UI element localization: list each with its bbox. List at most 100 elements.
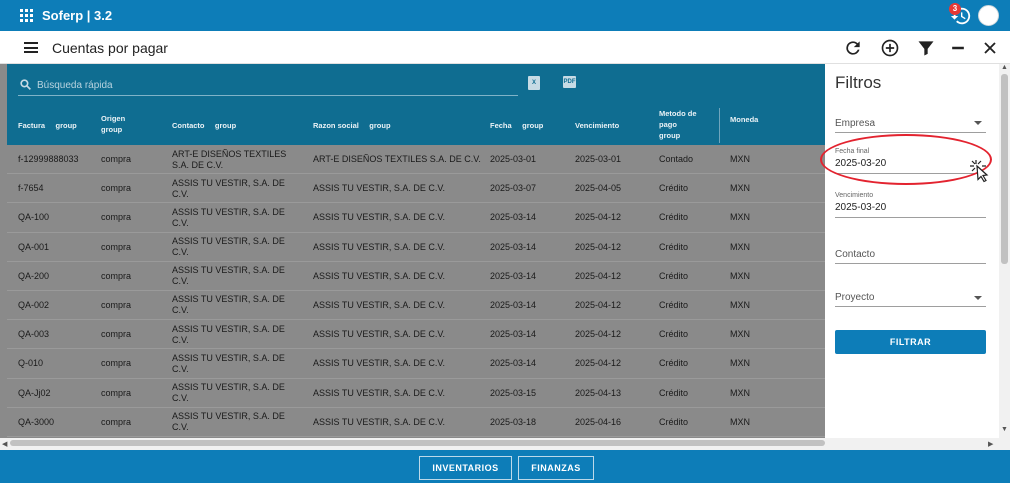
cell-moneda: MXN (730, 329, 750, 340)
cell-metodo: Crédito (659, 299, 689, 310)
table-row[interactable]: QA-003 compra ASSIS TU VESTIR, S.A. DE C.V… (7, 320, 825, 350)
cell-metodo: Crédito (659, 241, 689, 252)
cell-moneda: MXN (730, 241, 750, 252)
col-header-razon-social[interactable]: Razon social group (313, 120, 391, 131)
search-input[interactable]: Búsqueda rápida (37, 80, 113, 91)
avatar[interactable] (978, 5, 999, 26)
horizontal-scroll-thumb[interactable] (10, 440, 825, 446)
cell-moneda: MXN (730, 358, 750, 369)
cell-metodo: Crédito (659, 212, 689, 223)
col-header-moneda[interactable]: Moneda (730, 114, 758, 125)
cell-venc: 2025-04-05 (575, 183, 622, 194)
cell-metodo: Crédito (659, 329, 689, 340)
cell-contacto: ASSIS TU VESTIR, S.A. DE C.V. (172, 177, 285, 199)
cell-factura: Q-010 (18, 358, 44, 369)
cell-origen: compra (101, 154, 132, 164)
proyecto-select[interactable]: Proyecto (835, 292, 986, 310)
scroll-up-icon[interactable]: ▲ (1001, 64, 1008, 71)
cell-venc: 2025-04-12 (575, 270, 622, 281)
cell-venc: 2025-04-12 (575, 358, 622, 369)
bottom-nav: INVENTARIOS FINANZAS (0, 450, 1010, 483)
filter-icon[interactable] (916, 38, 936, 58)
horizontal-scrollbar[interactable]: ◀ ▶ (0, 438, 1010, 450)
cell-venc: 2025-04-12 (575, 212, 622, 223)
cell-origen: compra (101, 387, 132, 398)
vertical-scroll-thumb[interactable] (1001, 74, 1008, 264)
cell-razon: ASSIS TU VESTIR, S.A. DE C.V. (313, 416, 446, 427)
finanzas-button[interactable]: FINANZAS (518, 456, 594, 480)
filters-title: Filtros (835, 73, 882, 92)
cell-metodo: Contado (659, 154, 694, 164)
cell-contacto: ASSIS TU VESTIR, S.A. DE C.V. (172, 206, 285, 228)
table-row[interactable]: QA-100 compra ASSIS TU VESTIR, S.A. DE C.V… (7, 203, 825, 233)
cell-moneda: MXN (730, 270, 750, 281)
cell-venc: 2025-04-12 (575, 329, 622, 340)
cell-razon: ASSIS TU VESTIR, S.A. DE C.V. (313, 212, 446, 223)
cell-fecha: 2025-03-18 (490, 416, 537, 427)
hamburger-menu-icon[interactable] (24, 42, 38, 53)
cell-venc: 2025-04-13 (575, 387, 622, 398)
cell-factura: QA-Jj02 (18, 387, 51, 398)
table-row[interactable]: QA-3000 compra ASSIS TU VESTIR, S.A. DE C.… (7, 408, 825, 437)
cell-origen: compra (101, 270, 132, 281)
pdf-export-icon[interactable]: PDF (563, 76, 576, 88)
close-icon[interactable] (980, 38, 1000, 58)
scroll-left-icon[interactable]: ◀ (2, 440, 7, 448)
cell-origen: compra (101, 183, 132, 194)
scroll-right-icon[interactable]: ▶ (988, 440, 993, 448)
scroll-down-icon[interactable]: ▼ (1001, 426, 1008, 433)
filter-button[interactable]: FILTRAR (835, 330, 986, 354)
cell-factura: QA-003 (18, 329, 50, 340)
cell-fecha: 2025-03-14 (490, 299, 537, 310)
cell-metodo: Crédito (659, 183, 689, 194)
refresh-icon[interactable] (843, 38, 863, 58)
apps-grid-icon[interactable] (20, 9, 33, 22)
cell-factura: f-7654 (18, 183, 44, 194)
table-row[interactable]: f-7654 compra ASSIS TU VESTIR, S.A. DE C.V… (7, 174, 825, 204)
col-header-fecha[interactable]: Fecha group (490, 120, 543, 131)
mouse-pointer-icon (966, 158, 996, 186)
contacto-field[interactable]: Contacto (835, 249, 986, 267)
vencimiento-field[interactable]: Vencimiento 2025-03-20 (835, 192, 986, 220)
cell-factura: QA-001 (18, 241, 50, 252)
empresa-select[interactable]: Empresa (835, 116, 986, 134)
table-row[interactable]: f-12999888033 compra ART-E DISEÑOS TEXTILE… (7, 145, 825, 175)
col-header-contacto[interactable]: Contacto group (172, 120, 236, 131)
table-area: Búsqueda rápida X PDF Factura group Orig… (0, 64, 825, 438)
cell-metodo: Crédito (659, 270, 689, 281)
inventarios-button[interactable]: INVENTARIOS (419, 456, 512, 480)
table-row[interactable]: QA-001 compra ASSIS TU VESTIR, S.A. DE C.V… (7, 233, 825, 262)
cell-razon: ASSIS TU VESTIR, S.A. DE C.V. (313, 358, 446, 369)
cell-razon: ASSIS TU VESTIR, S.A. DE C.V. (313, 241, 446, 252)
table-row[interactable]: Q-010 compra ASSIS TU VESTIR, S.A. DE C.V.… (7, 349, 825, 379)
cell-contacto: ASSIS TU VESTIR, S.A. DE C.V. (172, 323, 285, 345)
col-header-factura[interactable]: Factura group (18, 120, 77, 131)
cell-venc: 2025-04-12 (575, 241, 622, 252)
col-header-vencimiento[interactable]: Vencimiento (575, 120, 619, 131)
cell-moneda: MXN (730, 183, 750, 194)
app-title: Soferp | 3.2 (42, 8, 113, 23)
table-header: Búsqueda rápida X PDF Factura group Orig… (7, 64, 825, 145)
cell-contacto: ASSIS TU VESTIR, S.A. DE C.V. (172, 411, 285, 433)
cell-razon: ASSIS TU VESTIR, S.A. DE C.V. (313, 270, 446, 281)
cell-fecha: 2025-03-14 (490, 358, 537, 369)
col-header-metodo-pago[interactable]: Metodo de pago group (659, 108, 709, 141)
cell-fecha: 2025-03-14 (490, 329, 537, 340)
chevron-down-icon (974, 296, 982, 300)
table-row[interactable]: QA-Jj02 compra ASSIS TU VESTIR, S.A. DE C.… (7, 379, 825, 408)
vencimiento-value: 2025-03-20 (835, 202, 887, 213)
column-separator[interactable] (719, 108, 720, 143)
cell-venc: 2025-03-01 (575, 154, 622, 164)
cell-contacto: ASSIS TU VESTIR, S.A. DE C.V. (172, 352, 285, 374)
excel-export-icon[interactable]: X (528, 76, 540, 90)
table-body: f-12999888033 compra ART-E DISEÑOS TEXTILE… (7, 145, 825, 437)
vertical-scrollbar[interactable]: ▲ ▼ (999, 64, 1010, 438)
col-header-origen[interactable]: Origen group (101, 113, 125, 135)
add-circle-icon[interactable] (880, 38, 900, 58)
table-row[interactable]: QA-200 compra ASSIS TU VESTIR, S.A. DE C.V… (7, 262, 825, 291)
cell-moneda: MXN (730, 299, 750, 310)
cell-fecha: 2025-03-14 (490, 270, 537, 281)
table-row[interactable]: QA-002 compra ASSIS TU VESTIR, S.A. DE C.V… (7, 291, 825, 321)
minimize-icon[interactable] (948, 38, 968, 58)
cell-origen: compra (101, 358, 132, 369)
